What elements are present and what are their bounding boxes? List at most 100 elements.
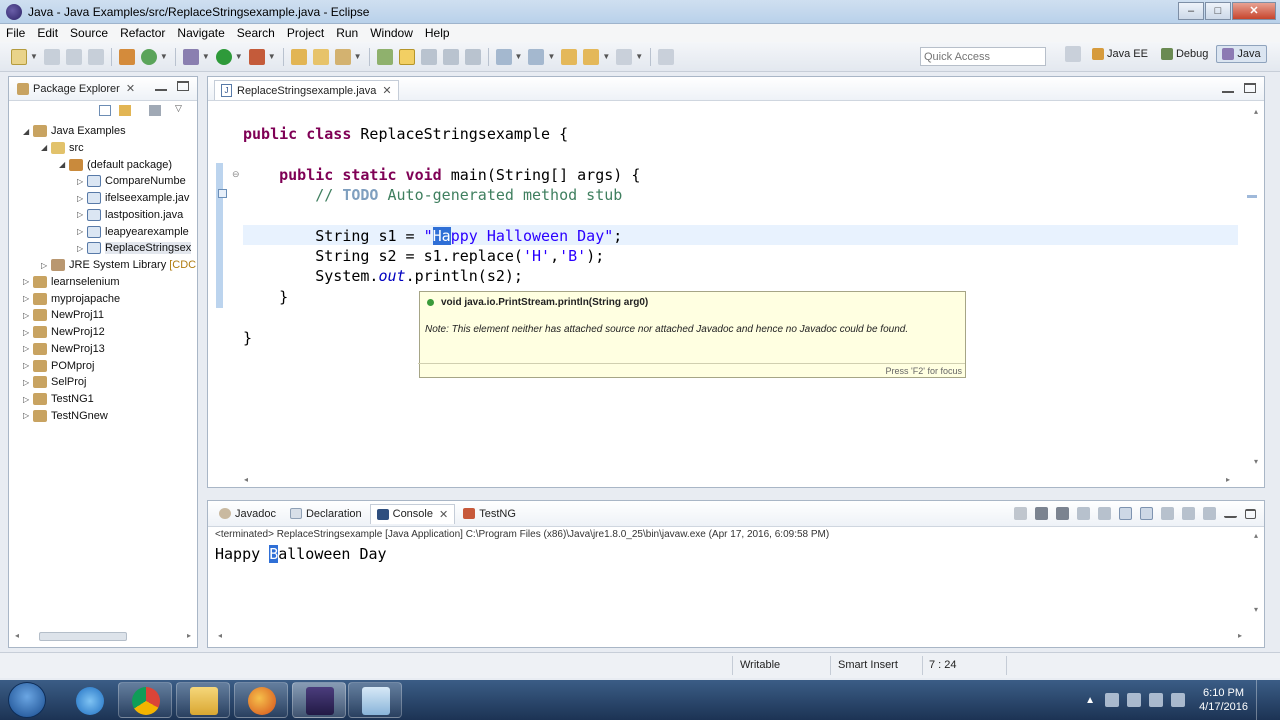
collapsed-twistie-icon[interactable]: ▷ (77, 210, 87, 219)
next-annotation-icon[interactable] (495, 48, 512, 65)
tree-item[interactable]: ◢ Java Examples (23, 123, 126, 139)
toggle-mark-icon[interactable] (376, 48, 393, 65)
menu-file[interactable]: File (0, 26, 31, 40)
collapsed-twistie-icon[interactable]: ▷ (23, 311, 33, 320)
expanded-twistie-icon[interactable]: ◢ (59, 160, 69, 169)
perspective-java-ee[interactable]: Java EE (1087, 46, 1153, 62)
collapsed-twistie-icon[interactable]: ▷ (23, 411, 33, 420)
tree-item[interactable]: ▷ learnselenium (23, 274, 119, 290)
view-menu-chevron-icon[interactable]: ▽ (175, 103, 182, 114)
collapsed-twistie-icon[interactable]: ▷ (23, 344, 33, 353)
next-annotation-dropdown-icon[interactable]: ▼ (515, 52, 523, 61)
tree-item[interactable]: ▷ CompareNumbe (77, 173, 186, 189)
tree-item[interactable]: ▷ JRE System Library [CDC (41, 257, 196, 273)
taskbar-notepad[interactable] (348, 682, 402, 718)
console-scroll-down-icon[interactable]: ▾ (1254, 605, 1258, 614)
external-tools-icon[interactable] (248, 48, 265, 65)
show-desktop-button[interactable] (1256, 680, 1268, 720)
collapsed-twistie-icon[interactable]: ▷ (77, 244, 87, 253)
javadoc-hover-popup[interactable]: void java.io.PrintStream.println(String … (418, 291, 966, 378)
close-console-icon[interactable]: ✕ (439, 508, 448, 521)
editor-scroll-left-icon[interactable]: ◂ (244, 475, 248, 484)
highlight-icon[interactable] (398, 48, 415, 65)
taskbar-firefox[interactable] (234, 682, 288, 718)
editor-scroll-right-icon[interactable]: ▸ (1226, 475, 1230, 484)
tab-console[interactable]: Console ✕ (369, 503, 456, 524)
minimize-button[interactable]: – (1178, 2, 1204, 20)
taskbar-explorer[interactable] (176, 682, 230, 718)
quick-access-input[interactable] (920, 47, 1046, 66)
display-console-icon[interactable] (1182, 507, 1195, 520)
tree-item[interactable]: ▷ ifelseexample.jav (77, 190, 189, 206)
scroll-lock-icon[interactable] (1098, 507, 1111, 520)
taskbar-eclipse[interactable] (292, 682, 346, 718)
collapsed-twistie-icon[interactable]: ▷ (23, 277, 33, 286)
console-scroll-right-icon[interactable]: ▸ (1238, 631, 1242, 640)
tree-item[interactable]: ▷ ReplaceStringsex (77, 240, 192, 256)
package-explorer-tab[interactable]: Package Explorer ✕ (9, 77, 197, 101)
console-scroll-left-icon[interactable]: ◂ (218, 631, 222, 640)
show-hidden-icons-icon[interactable]: ▲ (1085, 695, 1095, 706)
fold-toggle-icon[interactable]: ⊖ (232, 169, 240, 180)
tab-declaration[interactable]: Declaration (284, 505, 368, 523)
save-all-icon[interactable] (65, 48, 82, 65)
menu-help[interactable]: Help (419, 26, 456, 40)
collapsed-twistie-icon[interactable]: ▷ (77, 227, 87, 236)
code-line-4[interactable]: // TODO Auto-generated method stub (243, 185, 622, 205)
perspective-java[interactable]: Java (1216, 45, 1267, 63)
remove-all-icon[interactable] (1056, 507, 1069, 520)
menu-source[interactable]: Source (64, 26, 114, 40)
collapsed-twistie-icon[interactable]: ▷ (77, 177, 87, 186)
block-select-icon[interactable] (442, 48, 459, 65)
terminate-icon[interactable] (1014, 507, 1027, 520)
package-explorer-hscrollbar[interactable]: ◂ ▸ (13, 629, 193, 643)
menu-search[interactable]: Search (231, 26, 281, 40)
collapsed-twistie-icon[interactable]: ▷ (23, 294, 33, 303)
tree-item[interactable]: ▷ POMproj (23, 358, 94, 374)
menu-navigate[interactable]: Navigate (171, 26, 230, 40)
expanded-twistie-icon[interactable]: ◢ (23, 127, 33, 136)
prev-annotation-dropdown-icon[interactable]: ▼ (547, 52, 555, 61)
taskbar-chrome[interactable] (118, 682, 172, 718)
tree-item[interactable]: ▷ NewProj13 (23, 341, 105, 357)
start-button[interactable] (8, 682, 46, 718)
open-folder-icon[interactable] (312, 48, 329, 65)
maximize-view-icon[interactable] (177, 81, 189, 91)
pin-editor-icon[interactable] (658, 48, 675, 65)
forward-icon[interactable] (616, 48, 633, 65)
scroll-thumb[interactable] (39, 632, 127, 641)
tree-item[interactable]: ▷ NewProj12 (23, 324, 105, 340)
run-icon[interactable] (215, 48, 232, 65)
maximize-console-icon[interactable] (1245, 508, 1256, 519)
code-line-6[interactable]: String s1 = "Happy Halloween Day"; (243, 226, 622, 246)
scroll-up-icon[interactable]: ▴ (1254, 107, 1258, 116)
save-icon[interactable] (43, 48, 60, 65)
open-perspective-icon[interactable] (1065, 46, 1081, 62)
tree-item[interactable]: ▷ leapyearexample (77, 224, 189, 240)
wifi-signal-icon[interactable] (1171, 693, 1186, 707)
tree-item[interactable]: ◢ src (41, 140, 84, 156)
tab-testng[interactable]: TestNG (457, 505, 522, 523)
code-line-1[interactable]: public class ReplaceStringsexample { (243, 124, 568, 144)
open-type-icon[interactable] (290, 48, 307, 65)
new-icon[interactable] (11, 48, 27, 65)
menu-project[interactable]: Project (281, 26, 330, 40)
maximize-button[interactable]: □ (1205, 2, 1231, 20)
network-icon[interactable] (1127, 693, 1142, 707)
tree-item[interactable]: ▷ myprojapache (23, 291, 120, 307)
menu-run[interactable]: Run (330, 26, 364, 40)
remove-launch-icon[interactable] (1035, 507, 1048, 520)
search-dropdown-icon[interactable]: ▼ (354, 52, 362, 61)
back-icon[interactable] (583, 48, 600, 65)
run-settings-dropdown-icon[interactable]: ▼ (160, 52, 168, 61)
collapse-all-icon[interactable] (99, 105, 111, 116)
code-line-8[interactable]: System.out.println(s2); (243, 266, 523, 286)
code-line-3[interactable]: public static void main(String[] args) { (243, 165, 640, 185)
minimize-view-icon[interactable] (155, 81, 167, 91)
overview-marker[interactable] (1247, 195, 1257, 198)
menu-refactor[interactable]: Refactor (114, 26, 171, 40)
action-center-icon[interactable] (1105, 693, 1120, 707)
prev-annotation-icon[interactable] (528, 48, 545, 65)
open-console-icon[interactable] (1203, 507, 1216, 520)
collapsed-twistie-icon[interactable]: ▷ (23, 378, 33, 387)
